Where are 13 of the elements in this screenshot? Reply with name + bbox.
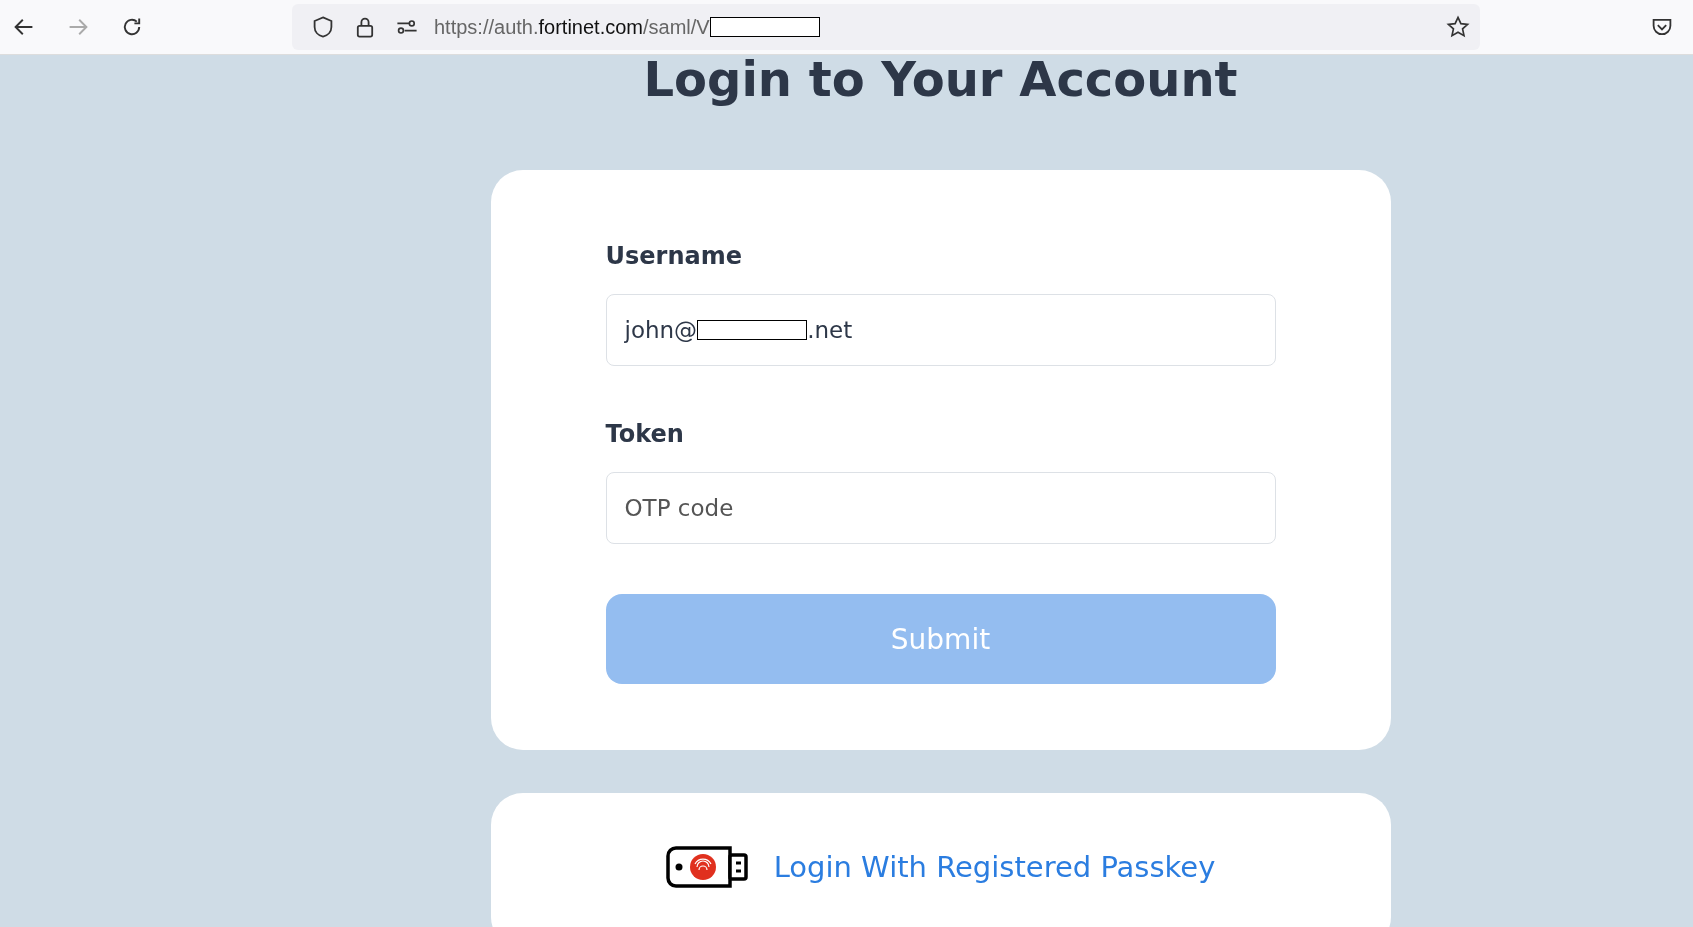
address-bar[interactable]: https://auth.fortinet.com/saml/V [292,4,1480,50]
star-icon[interactable] [1446,15,1470,39]
shield-icon[interactable] [311,15,335,39]
field-value: .net [807,317,853,343]
passkey-login-link[interactable]: Login With Registered Passkey [773,850,1216,884]
usb-key-icon [665,845,750,889]
input-field[interactable]: john@ .net [605,294,1276,366]
page-title: Login to Your Account [643,50,1238,108]
field-label: Token [605,420,685,448]
url-text: https://auth.fortinet.com/saml/V [434,15,710,39]
field-label: Username [605,242,743,270]
field-value: john@ [624,317,698,343]
input-field[interactable]: OTP code [605,472,1276,544]
